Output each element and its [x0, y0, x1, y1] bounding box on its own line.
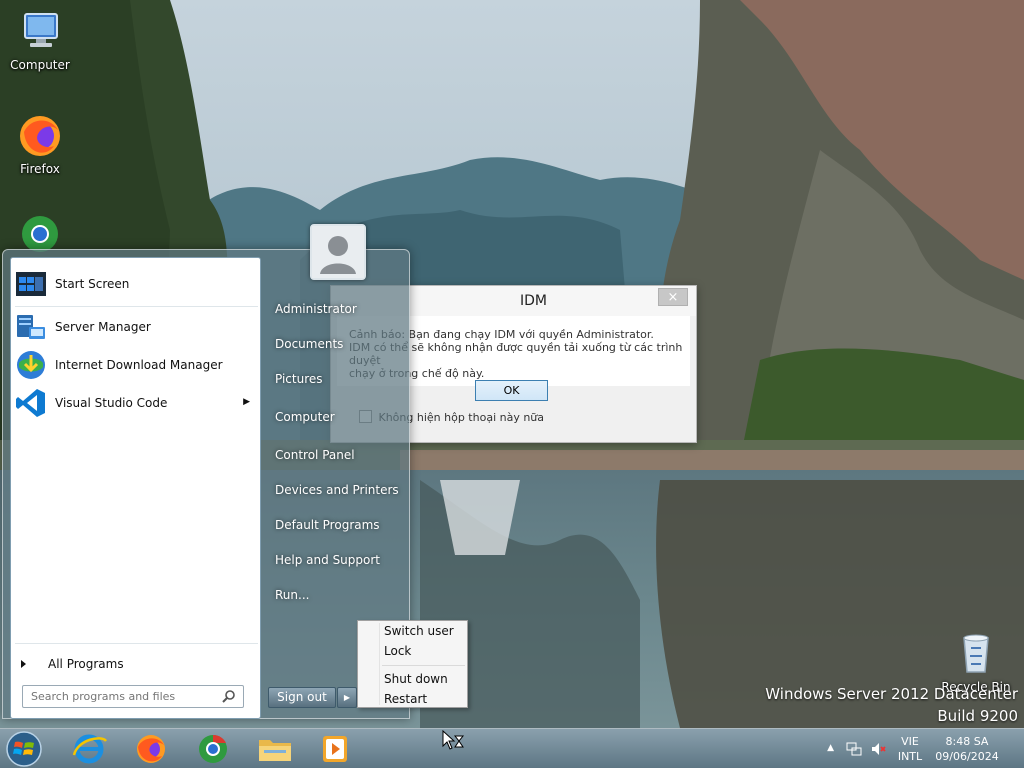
recycle-bin-icon [952, 630, 1000, 678]
menu-separator [382, 665, 465, 666]
user-silhouette-icon [312, 226, 364, 278]
submenu-arrow-icon: ▶ [243, 397, 250, 407]
program-label: Visual Studio Code [55, 396, 168, 410]
os-watermark: Windows Server 2012 Datacenter Build 920… [765, 685, 1018, 725]
computer-icon [16, 8, 64, 56]
start-screen-icon [15, 268, 47, 300]
firefox-icon [137, 735, 165, 763]
program-label: Start Screen [55, 277, 130, 291]
chrome-icon [199, 734, 227, 763]
start-orb-button[interactable] [4, 730, 44, 768]
search-input[interactable] [22, 685, 244, 708]
show-hidden-icons-icon[interactable]: ▲ [827, 743, 834, 753]
idm-ok-button[interactable]: OK [475, 380, 548, 401]
keyboard-layout: INTL [897, 750, 923, 763]
program-idm[interactable]: Internet Download Manager [15, 347, 258, 383]
desktop-icon-label: Firefox [20, 162, 60, 176]
power-options-arrow-button[interactable]: ▶ [337, 687, 357, 708]
place-documents[interactable]: Documents [275, 337, 343, 351]
place-control-panel[interactable]: Control Panel [275, 448, 355, 462]
user-avatar[interactable] [310, 224, 366, 280]
taskbar-media-player[interactable] [312, 731, 362, 767]
busy-cursor-icon [442, 729, 466, 752]
desktop-icon-computer[interactable]: Computer [4, 8, 76, 72]
network-icon[interactable] [846, 741, 862, 757]
menu-item-switch-user[interactable]: Switch user [384, 624, 454, 638]
taskbar-internet-explorer[interactable] [64, 731, 114, 767]
volume-muted-icon[interactable] [870, 741, 886, 757]
server-manager-icon [15, 311, 47, 343]
idm-icon [15, 349, 47, 381]
taskbar-file-explorer[interactable] [250, 731, 300, 767]
menu-item-shut-down[interactable]: Shut down [384, 672, 448, 686]
watermark-build: Build 9200 [937, 707, 1018, 725]
search-icon[interactable] [221, 689, 237, 705]
menu-item-restart[interactable]: Restart [384, 692, 427, 706]
desktop-icon-label: Computer [10, 58, 70, 72]
taskbar-firefox[interactable] [126, 731, 176, 767]
place-devices-printers[interactable]: Devices and Printers [275, 483, 399, 497]
place-default-programs[interactable]: Default Programs [275, 518, 380, 532]
menu-gutter [379, 623, 380, 705]
all-programs-arrow-icon [21, 660, 26, 668]
start-menu-programs-pane: Start Screen Server Manager Internet Dow… [10, 257, 261, 719]
input-language-indicator[interactable]: VIE INTL [896, 734, 924, 764]
windows-logo-icon [6, 731, 42, 767]
all-programs-button[interactable]: All Programs [21, 657, 124, 671]
idm-close-button[interactable]: × [658, 288, 688, 306]
internet-explorer-icon [72, 734, 108, 764]
vscode-icon [15, 387, 47, 419]
start-menu: Start Screen Server Manager Internet Dow… [2, 224, 410, 719]
power-options-menu: Switch user Lock Shut down Restart [357, 620, 468, 708]
program-start-screen[interactable]: Start Screen [15, 266, 258, 302]
clock-date: 09/06/2024 [935, 750, 999, 763]
clock-time: 8:48 SA [945, 735, 989, 748]
program-label: Server Manager [55, 320, 151, 334]
language-code: VIE [901, 735, 919, 748]
program-vscode[interactable]: Visual Studio Code ▶ [15, 385, 258, 421]
taskbar-chrome[interactable] [188, 731, 238, 767]
place-administrator[interactable]: Administrator [275, 302, 357, 316]
firefox-icon [16, 112, 64, 160]
clock[interactable]: 8:48 SA 09/06/2024 [932, 734, 1002, 764]
watermark-edition: Windows Server 2012 Datacenter [765, 685, 1018, 703]
desktop-icon-firefox[interactable]: Firefox [4, 112, 76, 176]
all-programs-separator [15, 643, 258, 644]
taskbar: ▲ VIE INTL 8:48 SA 09/06/2024 [0, 728, 1024, 768]
menu-item-lock[interactable]: Lock [384, 644, 411, 658]
programs-separator [15, 306, 258, 307]
place-computer[interactable]: Computer [275, 410, 335, 424]
sign-out-button[interactable]: Sign out [268, 687, 336, 708]
media-player-icon [323, 736, 347, 762]
all-programs-label: All Programs [48, 657, 124, 671]
file-explorer-icon [259, 740, 291, 761]
program-label: Internet Download Manager [55, 358, 223, 372]
place-run[interactable]: Run... [275, 588, 309, 602]
place-pictures[interactable]: Pictures [275, 372, 323, 386]
place-help-support[interactable]: Help and Support [275, 553, 380, 567]
program-server-manager[interactable]: Server Manager [15, 309, 258, 345]
